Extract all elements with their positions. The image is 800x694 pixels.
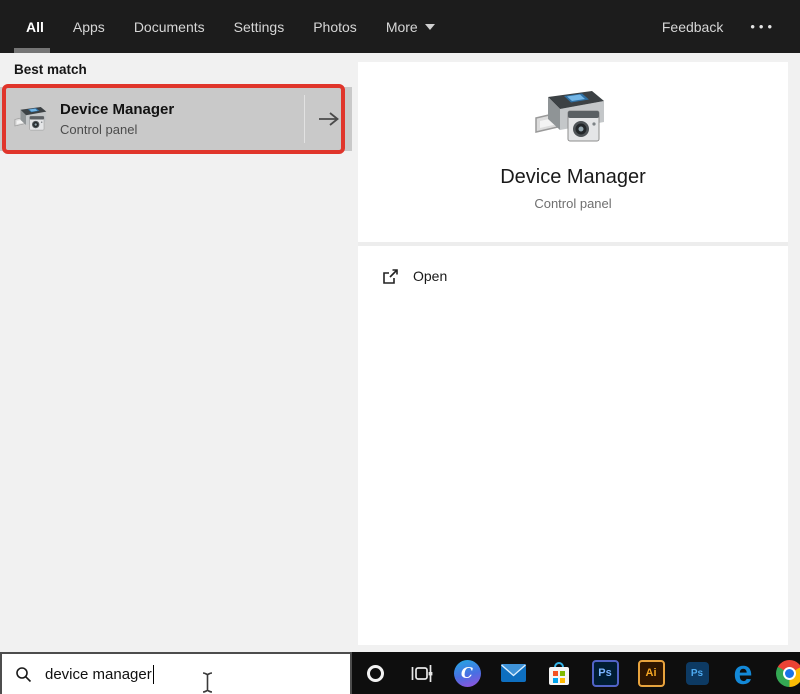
cortana-app-button[interactable]: C [444, 652, 490, 694]
search-header: All Apps Documents Settings Photos More … [0, 0, 800, 53]
chrome-button[interactable] [766, 652, 800, 694]
device-manager-icon [14, 107, 47, 131]
tab-apps[interactable]: Apps [73, 19, 105, 35]
illustrator-icon: Ai [637, 659, 665, 687]
illustrator-button[interactable]: Ai [628, 652, 674, 694]
microsoft-store-icon [549, 661, 569, 685]
best-match-result[interactable]: Device Manager Control panel [0, 84, 352, 154]
task-view-icon [411, 664, 432, 682]
tab-settings[interactable]: Settings [234, 19, 285, 35]
microsoft-store-button[interactable] [536, 652, 582, 694]
edge-icon: e [733, 654, 753, 692]
search-query-text: device manager [45, 665, 152, 683]
arrow-right-icon [318, 112, 339, 126]
cortana-icon: C [453, 659, 481, 687]
cortana-ring-icon [366, 664, 384, 682]
preview-subtitle: Control panel [534, 196, 612, 211]
preview-title: Device Manager [500, 166, 646, 188]
results-panel: Best match Device Manager Control panel [0, 53, 352, 652]
preview-panel: Device Manager Control panel Open [358, 62, 788, 645]
best-match-text: Device Manager Control panel [60, 101, 304, 137]
photoshop-icon: Ps [591, 659, 619, 687]
tab-documents[interactable]: Documents [134, 19, 205, 35]
chevron-down-icon [424, 23, 435, 30]
mail-button[interactable] [490, 652, 536, 694]
tab-photos[interactable]: Photos [313, 19, 357, 35]
photoshop-express-button[interactable]: Ps [674, 652, 720, 694]
taskbar: C Ps Ai Ps e [352, 652, 800, 694]
photoshop-button[interactable]: Ps [582, 652, 628, 694]
open-icon [383, 268, 398, 284]
search-input[interactable]: device manager [0, 652, 352, 694]
tab-more[interactable]: More [386, 19, 435, 35]
tab-all[interactable]: All [26, 19, 44, 35]
more-options-icon[interactable]: ••• [750, 19, 776, 34]
cortana-ring-button[interactable] [352, 652, 398, 694]
chrome-icon [775, 659, 800, 687]
text-caret [152, 664, 155, 684]
photoshop-express-icon: Ps [685, 661, 709, 685]
more-label: More [385, 18, 418, 35]
best-match-header: Best match [14, 62, 87, 77]
search-icon [15, 666, 32, 683]
edge-button[interactable]: e [720, 652, 766, 694]
windows-search-screen: { "header": { "tabs": [ { "label": "All"… [0, 0, 800, 694]
task-view-button[interactable] [398, 652, 444, 694]
mail-icon [500, 664, 526, 682]
open-action[interactable]: Open [358, 258, 788, 294]
panel-divider [358, 242, 788, 246]
ibeam-cursor [202, 672, 213, 693]
result-title: Device Manager [60, 101, 175, 118]
feedback-button[interactable]: Feedback [662, 19, 723, 35]
device-manager-icon [535, 91, 604, 142]
result-subtitle: Control panel [60, 122, 138, 137]
preview-hero: Device Manager Control panel [358, 62, 788, 242]
expand-result-button[interactable] [305, 111, 352, 127]
open-action-label: Open [413, 268, 448, 284]
filter-tabs: All Apps Documents Settings Photos More [26, 19, 435, 35]
